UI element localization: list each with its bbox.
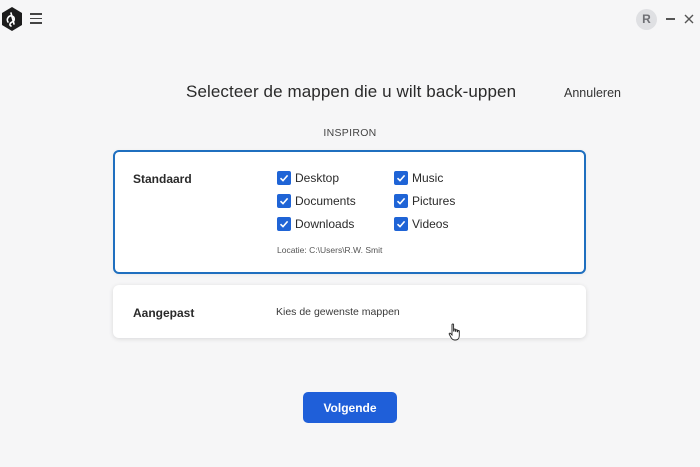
title-bar: R [0,0,700,38]
custom-option-card[interactable]: Aangepast Kies de gewenste mappen [113,285,586,338]
folder-checkbox-videos[interactable]: Videos [394,216,448,232]
folder-label: Videos [412,217,449,231]
checkbox-checked-icon [394,194,408,208]
folder-label: Downloads [295,217,355,231]
avatar[interactable]: R [636,9,657,30]
folder-label: Documents [295,194,356,208]
mouse-cursor-icon [448,323,461,341]
folder-checkbox-pictures[interactable]: Pictures [394,193,455,209]
close-icon[interactable] [683,12,695,24]
device-name: INSPIRON [323,127,377,139]
cancel-link[interactable]: Annuleren [564,86,621,100]
folder-label: Music [412,171,444,185]
backup-app-window: R Selecteer de mappen die u wilt back-up… [0,0,700,467]
standard-option-label: Standaard [133,172,192,186]
custom-option-label: Aangepast [133,306,195,320]
next-button[interactable]: Volgende [303,392,397,423]
backup-location: Locatie: C:\Users\R.W. Smit [277,245,383,255]
folder-label: Pictures [412,194,456,208]
checkbox-checked-icon [394,171,408,185]
standard-option-card[interactable]: Standaard Desktop Documents Downloads Mu… [113,150,586,274]
checkbox-checked-icon [277,217,291,231]
folder-checkbox-downloads[interactable]: Downloads [277,216,354,232]
folder-checkbox-documents[interactable]: Documents [277,193,356,209]
checkbox-checked-icon [277,194,291,208]
checkbox-checked-icon [277,171,291,185]
page-title: Selecteer de mappen die u wilt back-uppe… [186,82,517,101]
choose-folders-link[interactable]: Kies de gewenste mappen [276,306,400,318]
menu-icon[interactable] [30,13,42,24]
checkbox-checked-icon [394,217,408,231]
folder-label: Desktop [295,171,340,185]
folder-checkbox-music[interactable]: Music [394,170,443,186]
app-logo-icon [1,7,23,31]
folder-checkbox-desktop[interactable]: Desktop [277,170,339,186]
minimize-icon[interactable] [666,18,675,20]
